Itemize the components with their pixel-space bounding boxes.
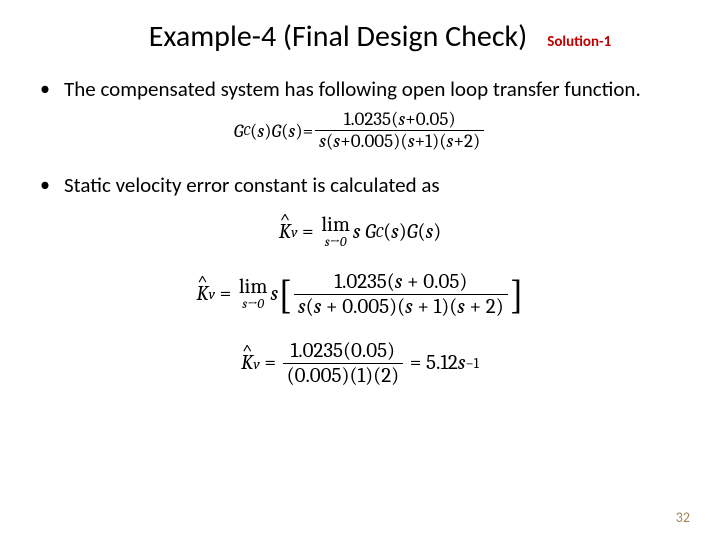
bullet-dot: • <box>40 77 54 103</box>
bullet-text: The compensated system has following ope… <box>64 77 641 103</box>
solution-tag: Solution-1 <box>547 33 611 51</box>
page-number: 32 <box>676 509 690 526</box>
equation-1: GC(s)G(s)= 1.0235(s+0.05) s(s+0.005)(s+1… <box>40 109 680 154</box>
bullet-1: • The compensated system has following o… <box>40 77 680 103</box>
equation-2: Kv = lims→0 s GC(s)G(s) <box>40 215 680 250</box>
slide-title: Example-4 (Final Design Check) <box>149 18 528 55</box>
title-row: Example-4 (Final Design Check) Solution-… <box>40 18 680 55</box>
bullet-dot: • <box>40 173 54 199</box>
slide: Example-4 (Final Design Check) Solution-… <box>0 0 720 540</box>
equation-4: Kv = 1.0235(0.05) (0.005)(1)(2) = 5.12s−… <box>40 339 680 388</box>
bullet-text: Static velocity error constant is calcul… <box>64 173 440 199</box>
bullet-2: • Static velocity error constant is calc… <box>40 173 680 199</box>
equation-3: Kv = lims→0 s [ 1.0235(s + 0.05) s(s + 0… <box>40 270 680 319</box>
